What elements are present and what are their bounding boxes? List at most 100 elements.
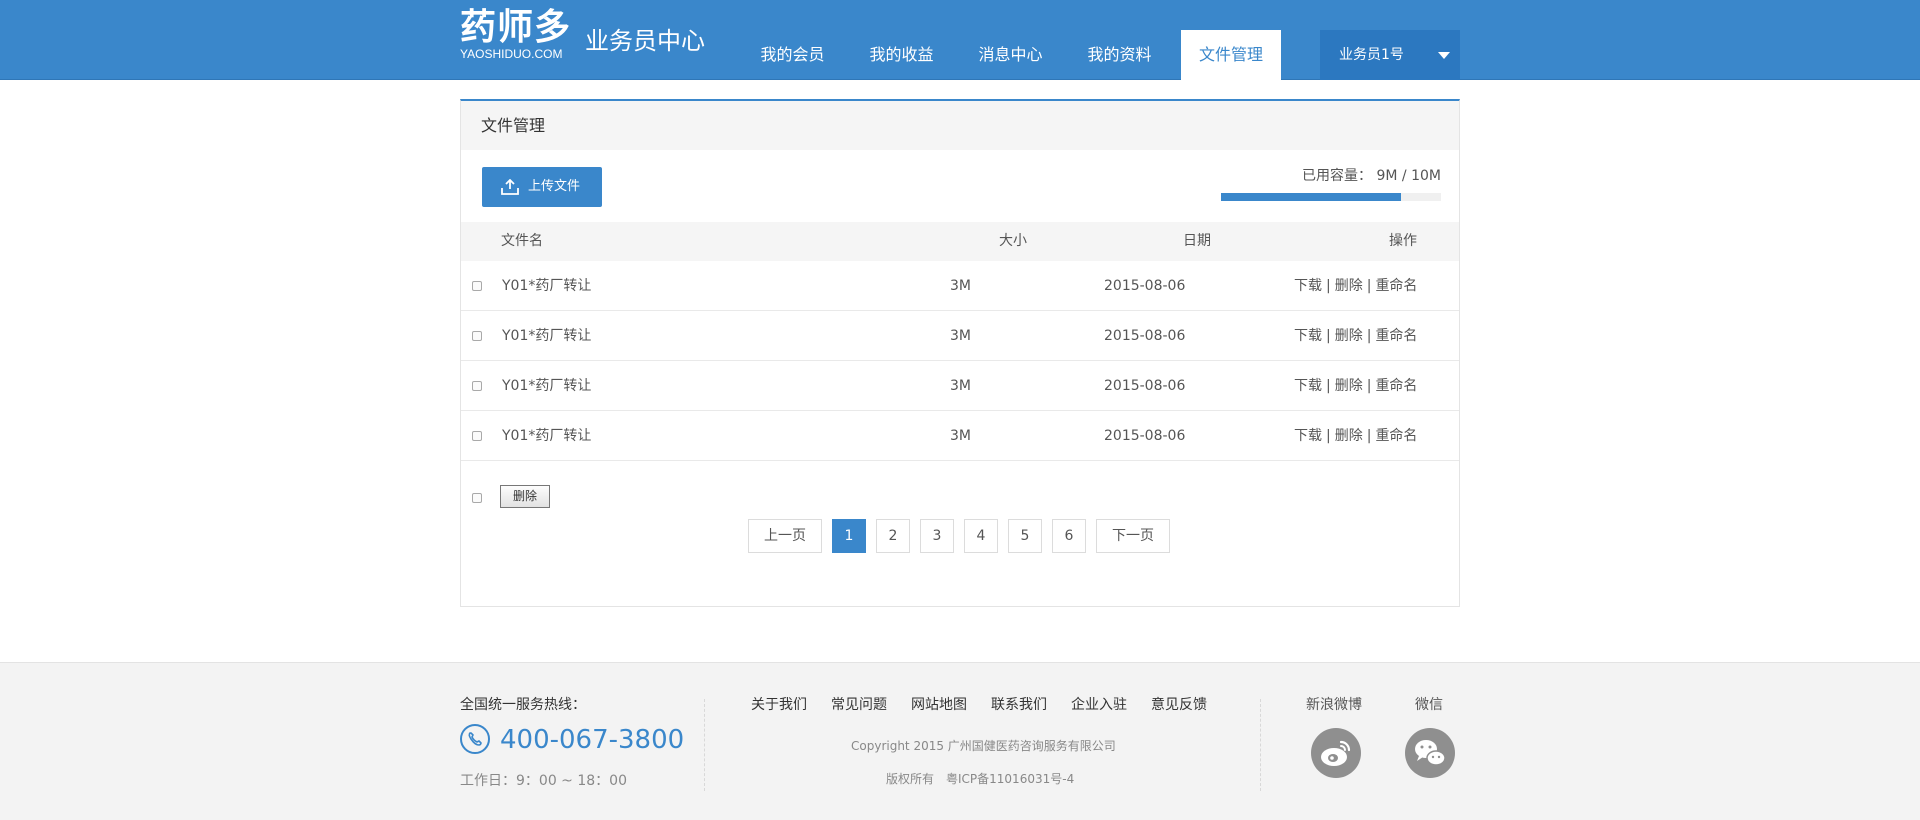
- capacity-label: 已用容量：: [1302, 168, 1373, 184]
- table-header: 文件名 大小 日期 操作: [461, 222, 1459, 261]
- table-row: Y01*药厂转让 3M 2015-08-06 下载 | 删除 | 重命名: [461, 261, 1459, 311]
- download-link[interactable]: 下载: [1294, 278, 1322, 294]
- file-date: 2015-08-06: [1104, 378, 1186, 394]
- panel-title: 文件管理: [461, 101, 1459, 150]
- col-size: 大小: [999, 233, 1027, 249]
- file-date: 2015-08-06: [1104, 278, 1186, 294]
- weibo-label: 新浪微博: [1306, 697, 1362, 713]
- row-checkbox[interactable]: [472, 431, 482, 441]
- link-feedback[interactable]: 意见反馈: [1151, 694, 1207, 714]
- separator: |: [1326, 428, 1331, 444]
- file-size: 3M: [950, 328, 971, 344]
- table-row: Y01*药厂转让 3M 2015-08-06 下载 | 删除 | 重命名: [461, 361, 1459, 411]
- table-row: Y01*药厂转让 3M 2015-08-06 下载 | 删除 | 重命名: [461, 411, 1459, 461]
- copyright-text: Copyright 2015 广州国健医药咨询服务有限公司: [851, 739, 1116, 753]
- row-actions: 下载 | 删除 | 重命名: [1294, 311, 1417, 361]
- row-checkbox[interactable]: [472, 381, 482, 391]
- phone-icon: [460, 724, 490, 754]
- file-name[interactable]: Y01*药厂转让: [502, 261, 591, 311]
- row-checkbox[interactable]: [472, 331, 482, 341]
- user-menu[interactable]: 业务员1号: [1320, 30, 1460, 80]
- col-filename: 文件名: [501, 233, 543, 249]
- pagination: 上一页 1 2 3 4 5 6 下一页: [748, 519, 1180, 553]
- hotline-title: 全国统一服务热线：: [460, 697, 586, 713]
- rename-link[interactable]: 重命名: [1375, 278, 1417, 294]
- file-date: 2015-08-06: [1104, 428, 1186, 444]
- nav-message-center[interactable]: 消息中心: [956, 30, 1065, 80]
- row-actions: 下载 | 删除 | 重命名: [1294, 261, 1417, 311]
- table-row: Y01*药厂转让 3M 2015-08-06 下载 | 删除 | 重命名: [461, 311, 1459, 361]
- row-checkbox[interactable]: [472, 281, 482, 291]
- site-subtitle: 业务员中心: [585, 27, 705, 55]
- upload-label: 上传文件: [528, 179, 581, 194]
- col-date: 日期: [1183, 233, 1211, 249]
- upload-icon: [501, 179, 519, 195]
- separator: |: [1326, 378, 1331, 394]
- logo-text: 药师多: [460, 7, 572, 48]
- file-name[interactable]: Y01*药厂转让: [502, 311, 591, 361]
- download-link[interactable]: 下载: [1294, 428, 1322, 444]
- page-6[interactable]: 6: [1052, 519, 1086, 553]
- capacity-bar-fill: [1221, 193, 1402, 201]
- separator: |: [1326, 328, 1331, 344]
- rename-link[interactable]: 重命名: [1375, 328, 1417, 344]
- file-date: 2015-08-06: [1104, 328, 1186, 344]
- select-all-checkbox[interactable]: [472, 493, 482, 503]
- top-header: 药师多 YAOSHIDUO.COM 业务员中心 我的会员 我的收益 消息中心 我…: [0, 0, 1920, 80]
- capacity-bar: [1221, 193, 1441, 201]
- hotline-number: 400-067-3800: [500, 725, 685, 755]
- delete-link[interactable]: 删除: [1335, 328, 1363, 344]
- page-3[interactable]: 3: [920, 519, 954, 553]
- wechat-icon[interactable]: [1405, 728, 1455, 778]
- delete-link[interactable]: 删除: [1335, 378, 1363, 394]
- col-ops: 操作: [1389, 233, 1417, 249]
- link-sitemap[interactable]: 网站地图: [911, 694, 967, 714]
- site-logo[interactable]: 药师多 YAOSHIDUO.COM: [460, 7, 572, 62]
- separator: |: [1326, 278, 1331, 294]
- page-1[interactable]: 1: [832, 519, 866, 553]
- weibo-icon[interactable]: [1311, 728, 1361, 778]
- file-size: 3M: [950, 378, 971, 394]
- file-size: 3M: [950, 428, 971, 444]
- wechat-label: 微信: [1415, 697, 1443, 713]
- delete-link[interactable]: 删除: [1335, 278, 1363, 294]
- logo-domain: YAOSHIDUO.COM: [460, 47, 563, 61]
- link-about-us[interactable]: 关于我们: [751, 694, 807, 714]
- file-panel: 文件管理 上传文件 已用容量： 9M / 10M 文件名 大小 日期 操作 Y0…: [460, 99, 1460, 607]
- upload-file-button[interactable]: 上传文件: [482, 167, 602, 207]
- storage-capacity: 已用容量： 9M / 10M: [1221, 167, 1442, 201]
- rename-link[interactable]: 重命名: [1375, 378, 1417, 394]
- page-5[interactable]: 5: [1008, 519, 1042, 553]
- icp-text: 版权所有 粤ICP备11016031号-4: [886, 772, 1075, 786]
- page-4[interactable]: 4: [964, 519, 998, 553]
- nav-my-profile[interactable]: 我的资料: [1065, 30, 1174, 80]
- page-2[interactable]: 2: [876, 519, 910, 553]
- link-enterprise-join[interactable]: 企业入驻: [1071, 694, 1127, 714]
- capacity-value: 9M / 10M: [1376, 168, 1442, 184]
- separator: |: [1366, 328, 1372, 344]
- nav-my-earnings[interactable]: 我的收益: [847, 30, 956, 80]
- prev-page-button[interactable]: 上一页: [748, 519, 822, 553]
- row-actions: 下载 | 删除 | 重命名: [1294, 411, 1417, 461]
- divider: [1260, 699, 1261, 791]
- rename-link[interactable]: 重命名: [1375, 428, 1417, 444]
- download-link[interactable]: 下载: [1294, 378, 1322, 394]
- site-footer: 全国统一服务热线： 400-067-3800 工作日：9：00 ~ 18：00 …: [0, 662, 1920, 820]
- bulk-delete-button[interactable]: 删除: [500, 485, 550, 508]
- link-faq[interactable]: 常见问题: [831, 694, 887, 714]
- nav-file-management[interactable]: 文件管理: [1181, 30, 1281, 80]
- divider: [704, 699, 705, 791]
- user-name: 业务员1号: [1339, 47, 1404, 63]
- work-hours: 工作日：9：00 ~ 18：00: [460, 773, 627, 789]
- separator: |: [1366, 278, 1372, 294]
- separator: |: [1366, 378, 1372, 394]
- link-contact-us[interactable]: 联系我们: [991, 694, 1047, 714]
- chevron-down-icon: [1438, 52, 1450, 59]
- download-link[interactable]: 下载: [1294, 328, 1322, 344]
- delete-link[interactable]: 删除: [1335, 428, 1363, 444]
- file-name[interactable]: Y01*药厂转让: [502, 361, 591, 411]
- next-page-button[interactable]: 下一页: [1096, 519, 1170, 553]
- nav-my-members[interactable]: 我的会员: [738, 30, 847, 80]
- row-actions: 下载 | 删除 | 重命名: [1294, 361, 1417, 411]
- file-name[interactable]: Y01*药厂转让: [502, 411, 591, 461]
